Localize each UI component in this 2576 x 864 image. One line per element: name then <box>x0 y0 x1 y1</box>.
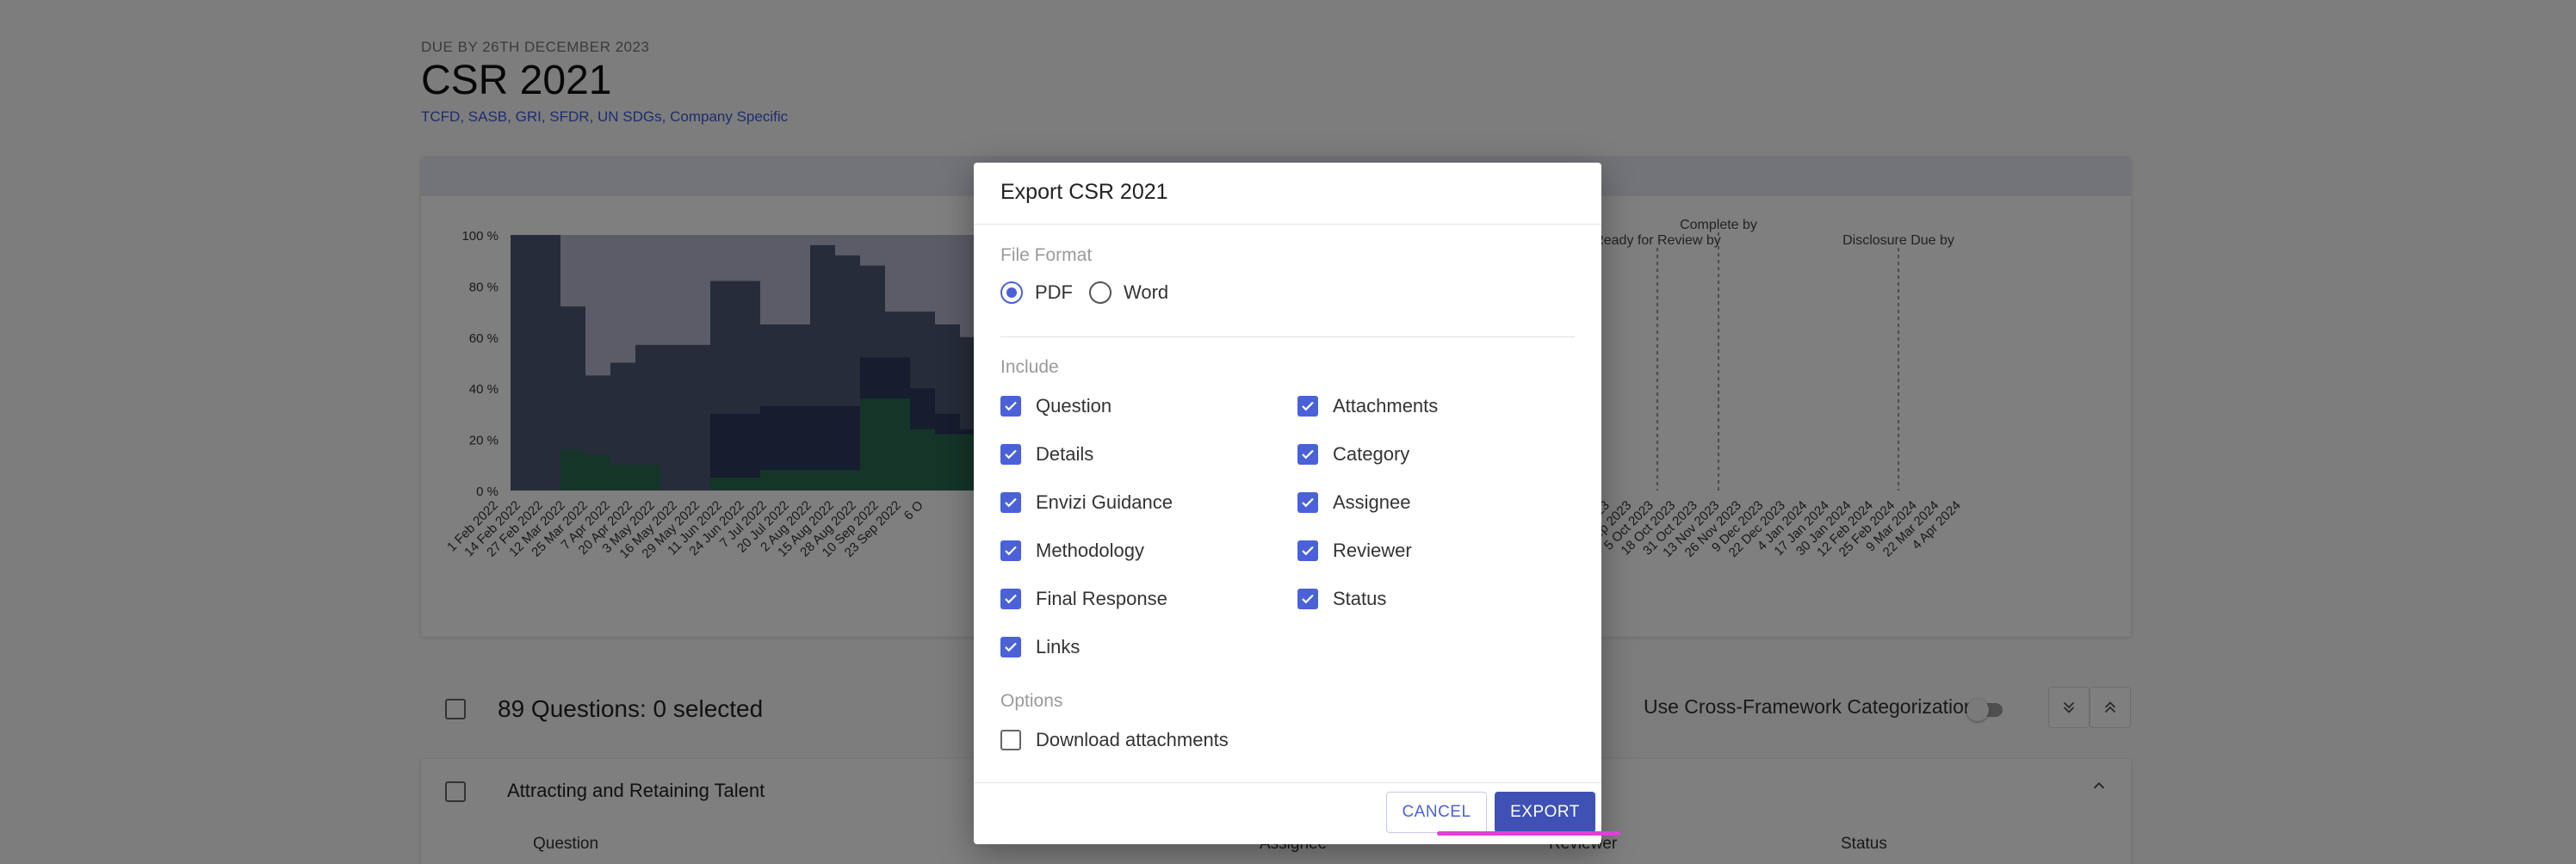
include-links-label: Links <box>1036 636 1081 657</box>
checkbox-box <box>1000 730 1021 750</box>
include-question-label: Question <box>1036 395 1112 417</box>
include-assignee-label: Assignee <box>1333 491 1411 513</box>
include-label: Include <box>1000 357 1059 377</box>
include-question-checkbox[interactable]: Question <box>1000 395 1112 417</box>
download-attachments-checkbox[interactable]: Download attachments <box>1000 729 1229 751</box>
check-icon <box>1005 497 1017 508</box>
include-reviewer-checkbox[interactable]: Reviewer <box>1297 540 1412 562</box>
file-format-label: File Format <box>1000 245 1093 265</box>
dialog-header-divider <box>974 224 1601 225</box>
export-button[interactable]: EXPORT <box>1495 792 1595 833</box>
check-icon <box>1302 449 1314 460</box>
include-attachments-checkbox[interactable]: Attachments <box>1297 395 1438 417</box>
checkbox-box <box>1297 589 1318 609</box>
check-icon <box>1005 594 1017 604</box>
format-radio-word[interactable]: Word <box>1089 281 1168 304</box>
check-icon <box>1302 594 1314 604</box>
include-methodology-label: Methodology <box>1036 540 1144 561</box>
include-status-label: Status <box>1333 588 1387 609</box>
check-icon <box>1005 546 1017 556</box>
checkbox-box <box>1000 540 1021 561</box>
export-dialog: Export CSR 2021 File Format PDF Word Inc… <box>974 163 1601 844</box>
check-icon <box>1302 401 1314 411</box>
check-icon <box>1302 497 1314 508</box>
checkbox-box <box>1000 396 1021 417</box>
include-category-label: Category <box>1333 443 1410 465</box>
dialog-footer-divider <box>974 782 1601 783</box>
checkbox-box <box>1000 637 1021 657</box>
highlight-underline <box>1437 831 1620 836</box>
radio-ring <box>1000 281 1023 304</box>
cancel-button[interactable]: CANCEL <box>1386 792 1487 833</box>
checkbox-box <box>1297 396 1318 417</box>
include-attachments-label: Attachments <box>1333 395 1439 417</box>
radio-ring <box>1089 281 1112 304</box>
format-divider <box>1000 336 1575 337</box>
format-radio-pdf[interactable]: PDF <box>1000 281 1073 304</box>
format-label-pdf: PDF <box>1035 281 1073 303</box>
include-methodology-checkbox[interactable]: Methodology <box>1000 540 1144 562</box>
include-reviewer-label: Reviewer <box>1333 540 1412 561</box>
include-envizi-guidance-checkbox[interactable]: Envizi Guidance <box>1000 491 1173 514</box>
include-status-checkbox[interactable]: Status <box>1297 588 1386 610</box>
checkbox-box <box>1000 589 1021 609</box>
include-details-checkbox[interactable]: Details <box>1000 443 1093 466</box>
include-details-label: Details <box>1036 443 1094 465</box>
check-icon <box>1005 642 1017 652</box>
include-envizi-guidance-label: Envizi Guidance <box>1036 491 1173 513</box>
check-icon <box>1005 449 1017 460</box>
checkbox-box <box>1297 492 1318 513</box>
checkbox-box <box>1297 444 1318 465</box>
options-label: Options <box>1000 691 1063 711</box>
checkbox-box <box>1297 540 1318 561</box>
download-attachments-label: Download attachments <box>1036 729 1229 750</box>
checkbox-box <box>1000 444 1021 465</box>
include-assignee-checkbox[interactable]: Assignee <box>1297 491 1411 514</box>
check-icon <box>1005 401 1017 411</box>
include-category-checkbox[interactable]: Category <box>1297 443 1409 466</box>
include-final-response-label: Final Response <box>1036 588 1167 609</box>
include-links-checkbox[interactable]: Links <box>1000 636 1080 658</box>
include-final-response-checkbox[interactable]: Final Response <box>1000 588 1167 610</box>
checkbox-box <box>1000 492 1021 513</box>
dialog-title: Export CSR 2021 <box>1000 180 1168 204</box>
format-label-word: Word <box>1124 281 1169 303</box>
check-icon <box>1302 546 1314 556</box>
